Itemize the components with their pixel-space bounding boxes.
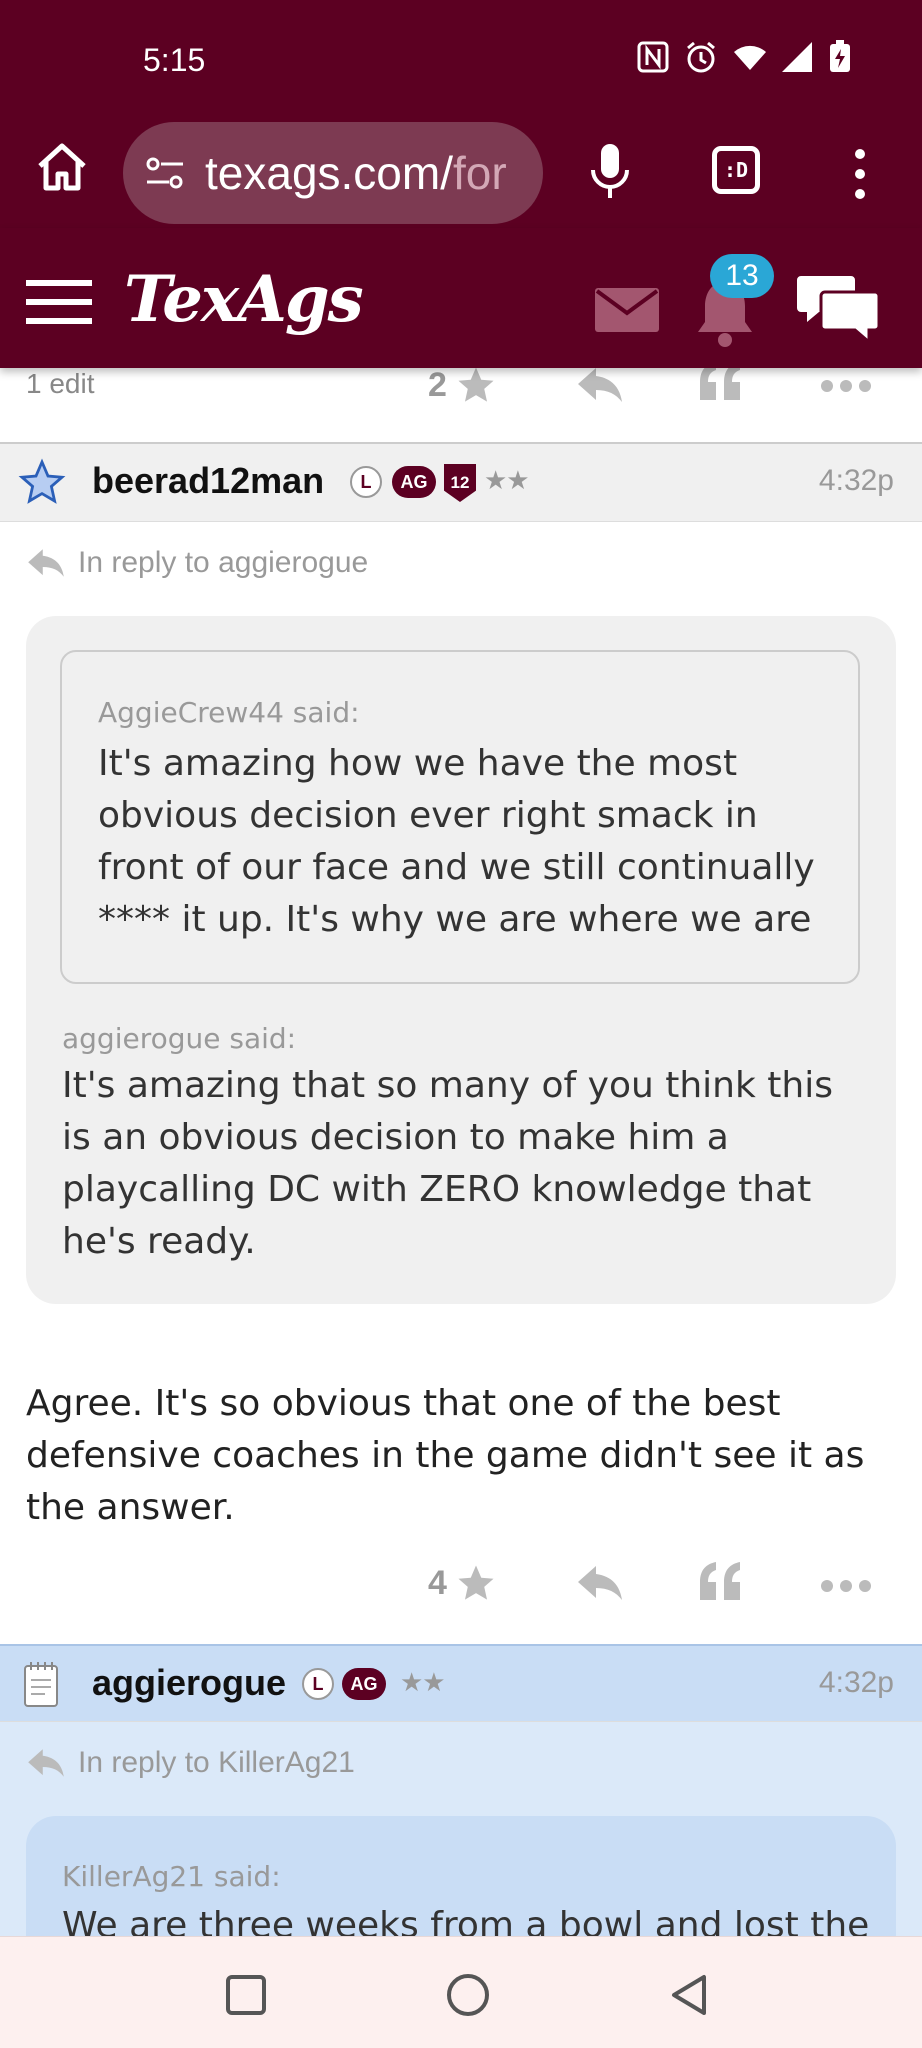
- quote-block: AggieCrew44 said: It's amazing how we ha…: [26, 616, 896, 1304]
- rating-count: 4: [428, 1563, 447, 1602]
- badge-l: L: [302, 1668, 334, 1700]
- back-button[interactable]: [662, 1967, 718, 2023]
- post-body: Agree. It's so obvious that one of the b…: [26, 1383, 865, 1528]
- quote-text: It's amazing that so many of you think t…: [62, 1065, 833, 1262]
- quote-icon: [700, 368, 740, 400]
- reply-to-link[interactable]: In reply to KillerAg21: [26, 1746, 355, 1780]
- chat-bubbles-icon: [797, 276, 881, 346]
- url-text: texags.com/for: [205, 146, 507, 200]
- post-header: beerad12man L AG 12 ★★ 4:32p: [0, 444, 922, 522]
- notification-count-badge: 13: [710, 254, 774, 298]
- chat-button[interactable]: [795, 270, 883, 346]
- more-horiz-icon: [821, 1580, 871, 1592]
- menu-button[interactable]: [26, 278, 92, 326]
- more-options-button[interactable]: [820, 1578, 872, 1597]
- previous-post-footer: 1 edit 2: [0, 368, 922, 444]
- nfc-icon: [636, 40, 670, 74]
- circle-icon: [447, 1974, 489, 2016]
- post-time: 4:32p: [818, 1666, 894, 1699]
- quote-button[interactable]: [698, 1562, 742, 1606]
- signal-icon: [780, 40, 814, 74]
- messages-button[interactable]: [595, 288, 659, 332]
- reply-icon: [28, 549, 64, 577]
- recents-button[interactable]: [218, 1967, 274, 2023]
- battery-charging-icon: [828, 40, 862, 74]
- reply-to-text: In reply to KillerAg21: [78, 1746, 355, 1779]
- wifi-icon: [732, 40, 766, 74]
- reply-button[interactable]: [576, 368, 624, 410]
- badge-12th-man: 12: [444, 464, 476, 502]
- home-nav-button[interactable]: [440, 1967, 496, 2023]
- url-bar[interactable]: texags.com/for: [123, 122, 543, 224]
- reply-icon: [578, 368, 622, 402]
- reply-button[interactable]: [576, 1562, 624, 1608]
- star-icon: [458, 1565, 494, 1600]
- home-button[interactable]: [34, 140, 90, 196]
- mail-icon: [595, 288, 659, 332]
- microphone-icon: [591, 144, 629, 198]
- site-logo[interactable]: TexAgs: [124, 262, 364, 337]
- voice-search-button[interactable]: [585, 140, 635, 204]
- tab-switcher-button[interactable]: :D: [712, 146, 760, 194]
- nested-quote-author: AggieCrew44 said:: [98, 696, 360, 729]
- triangle-back-icon: [672, 1975, 706, 2015]
- more-options-button[interactable]: [820, 378, 872, 397]
- quote-button[interactable]: [698, 368, 742, 406]
- post-header: aggierogue L AG ★★ 4:32p: [0, 1644, 922, 1722]
- alarm-icon: [684, 40, 718, 74]
- browser-toolbar: texags.com/for :D: [0, 118, 922, 228]
- reply-icon: [28, 1749, 64, 1777]
- quote-text: We are three weeks from a bowl and lost …: [62, 1905, 870, 1936]
- nested-quote-block: AggieCrew44 said: It's amazing how we ha…: [60, 650, 860, 984]
- quote-author: aggierogue said:: [62, 1022, 297, 1055]
- site-settings-icon[interactable]: [143, 151, 187, 195]
- rank-stars: ★★: [400, 1668, 446, 1698]
- quote-author: KillerAg21 said:: [62, 1860, 281, 1893]
- reply-to-text: In reply to aggierogue: [78, 546, 369, 579]
- rating-button[interactable]: 4: [428, 1562, 497, 1604]
- hamburger-icon: [26, 280, 92, 324]
- rating-button[interactable]: 2: [428, 368, 497, 406]
- square-icon: [226, 1975, 266, 2015]
- rating-count: 2: [428, 368, 447, 404]
- home-icon: [38, 143, 86, 191]
- quote-block: KillerAg21 said: We are three weeks from…: [26, 1816, 896, 1936]
- star-outline-icon[interactable]: [18, 458, 66, 506]
- edit-note[interactable]: 1 edit: [26, 368, 95, 400]
- post-time: 4:32p: [818, 464, 894, 497]
- quote-icon: [700, 1562, 740, 1600]
- browser-menu-button[interactable]: [848, 146, 872, 202]
- more-vert-icon: [855, 149, 865, 199]
- status-time: 5:15: [143, 42, 206, 78]
- rank-stars: ★★: [484, 466, 530, 496]
- status-bar: 5:15: [0, 0, 922, 118]
- thread-content: 1 edit 2 beerad12man L AG 12 ★★ 4:32p In…: [0, 368, 922, 1936]
- site-header: TexAgs 13: [0, 228, 922, 368]
- nested-quote-text: It's amazing how we have the most obviou…: [98, 743, 815, 940]
- reply-to-link[interactable]: In reply to aggierogue: [26, 546, 368, 580]
- star-icon: [458, 368, 494, 402]
- reply-icon: [578, 1566, 622, 1600]
- badge-ag: AG: [342, 1668, 386, 1700]
- notepad-icon[interactable]: [22, 1660, 60, 1708]
- more-horiz-icon: [821, 380, 871, 392]
- post-username[interactable]: aggierogue: [92, 1662, 286, 1704]
- url-domain: texags.com/: [205, 147, 453, 199]
- url-path: for: [453, 147, 507, 199]
- post-username[interactable]: beerad12man: [92, 460, 324, 502]
- badge-ag: AG: [392, 466, 436, 498]
- system-nav-bar: [0, 1936, 922, 2048]
- status-icons: [636, 40, 862, 74]
- badge-l: L: [350, 466, 382, 498]
